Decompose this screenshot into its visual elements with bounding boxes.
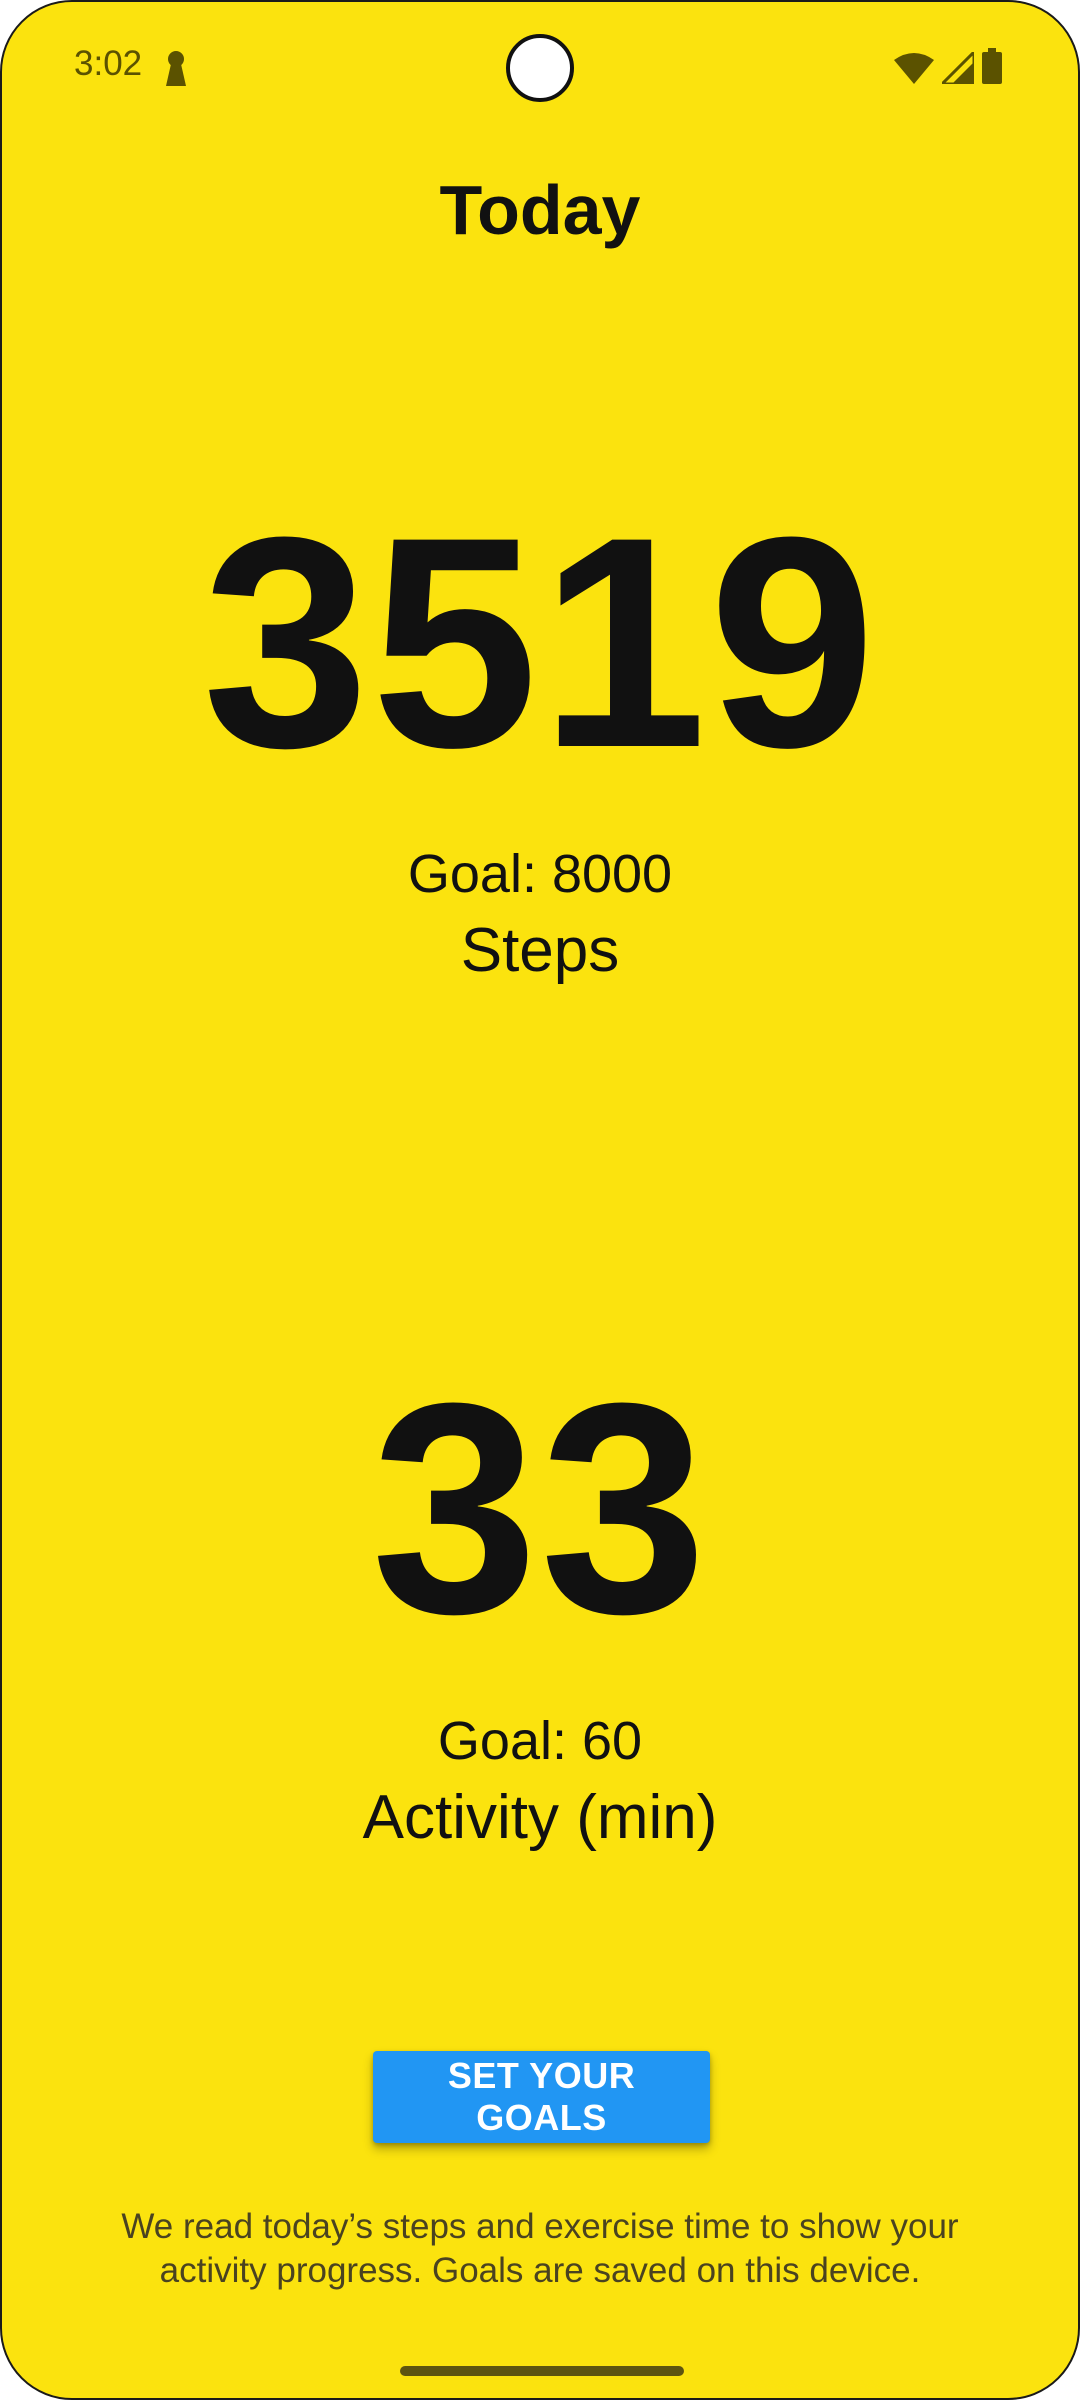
status-bar: 3:02	[2, 2, 1078, 132]
status-time: 3:02	[74, 44, 143, 83]
home-indicator[interactable]	[400, 2366, 684, 2376]
activity-goal: Goal: 60	[437, 1711, 643, 1771]
lock-icon	[164, 50, 188, 88]
status-icons	[894, 48, 1002, 89]
cellular-signal-icon	[938, 48, 976, 89]
set-goals-button[interactable]: SET YOUR GOALS	[373, 2051, 710, 2143]
wifi-icon	[894, 52, 934, 89]
privacy-note: We read today’s steps and exercise time …	[121, 2207, 959, 2290]
steps-label: Steps	[460, 916, 620, 985]
page-title: Today	[439, 171, 641, 249]
activity-minutes: 33	[371, 1340, 709, 1676]
steps-count: 3519	[202, 474, 878, 810]
steps-goal: Goal: 8000	[407, 844, 673, 904]
activity-label: Activity (min)	[362, 1783, 718, 1852]
battery-icon	[982, 48, 1002, 89]
camera-cutout	[506, 34, 574, 102]
phone-screen: 3:02 Today 3519 Goal: 8000 Steps 33 Goal…	[0, 0, 1080, 2400]
